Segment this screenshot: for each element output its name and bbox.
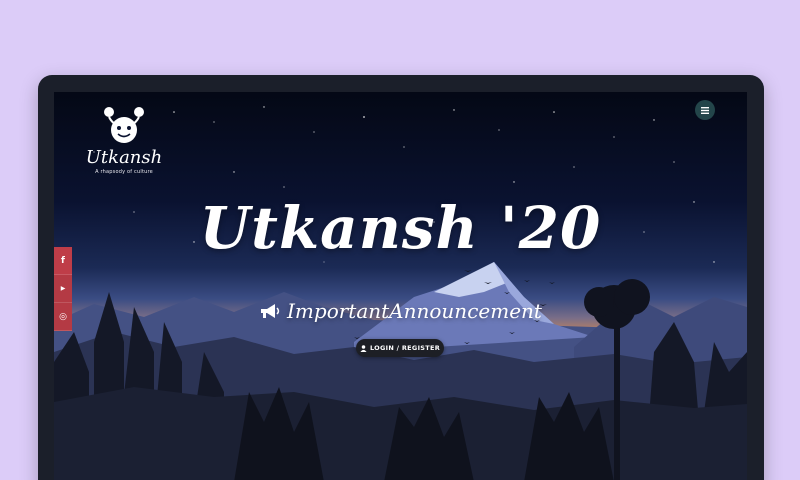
site-logo[interactable]: Utkansh A rhapsody of culture <box>84 104 164 175</box>
announcement-text: ImportantAnnouncement <box>287 299 542 323</box>
megaphone-icon <box>261 304 280 318</box>
login-register-label: LOGIN / REGISTER <box>369 344 441 352</box>
hero-title: Utkansh '20 <box>199 194 602 262</box>
login-register-button[interactable]: LOGIN / REGISTER <box>356 339 444 357</box>
youtube-icon: ▶ <box>60 285 66 292</box>
user-icon <box>360 344 367 352</box>
hamburger-icon <box>701 106 709 114</box>
announcement-link[interactable]: ImportantAnnouncement <box>54 299 747 323</box>
menu-button[interactable] <box>695 100 715 120</box>
website-screen: Utkansh A rhapsody of culture f ▶ ◎ Utka… <box>54 92 747 480</box>
logo-tagline: A rhapsody of culture <box>95 169 153 175</box>
masks-logo-icon <box>104 107 144 143</box>
logo-wordmark: Utkansh <box>85 147 163 168</box>
